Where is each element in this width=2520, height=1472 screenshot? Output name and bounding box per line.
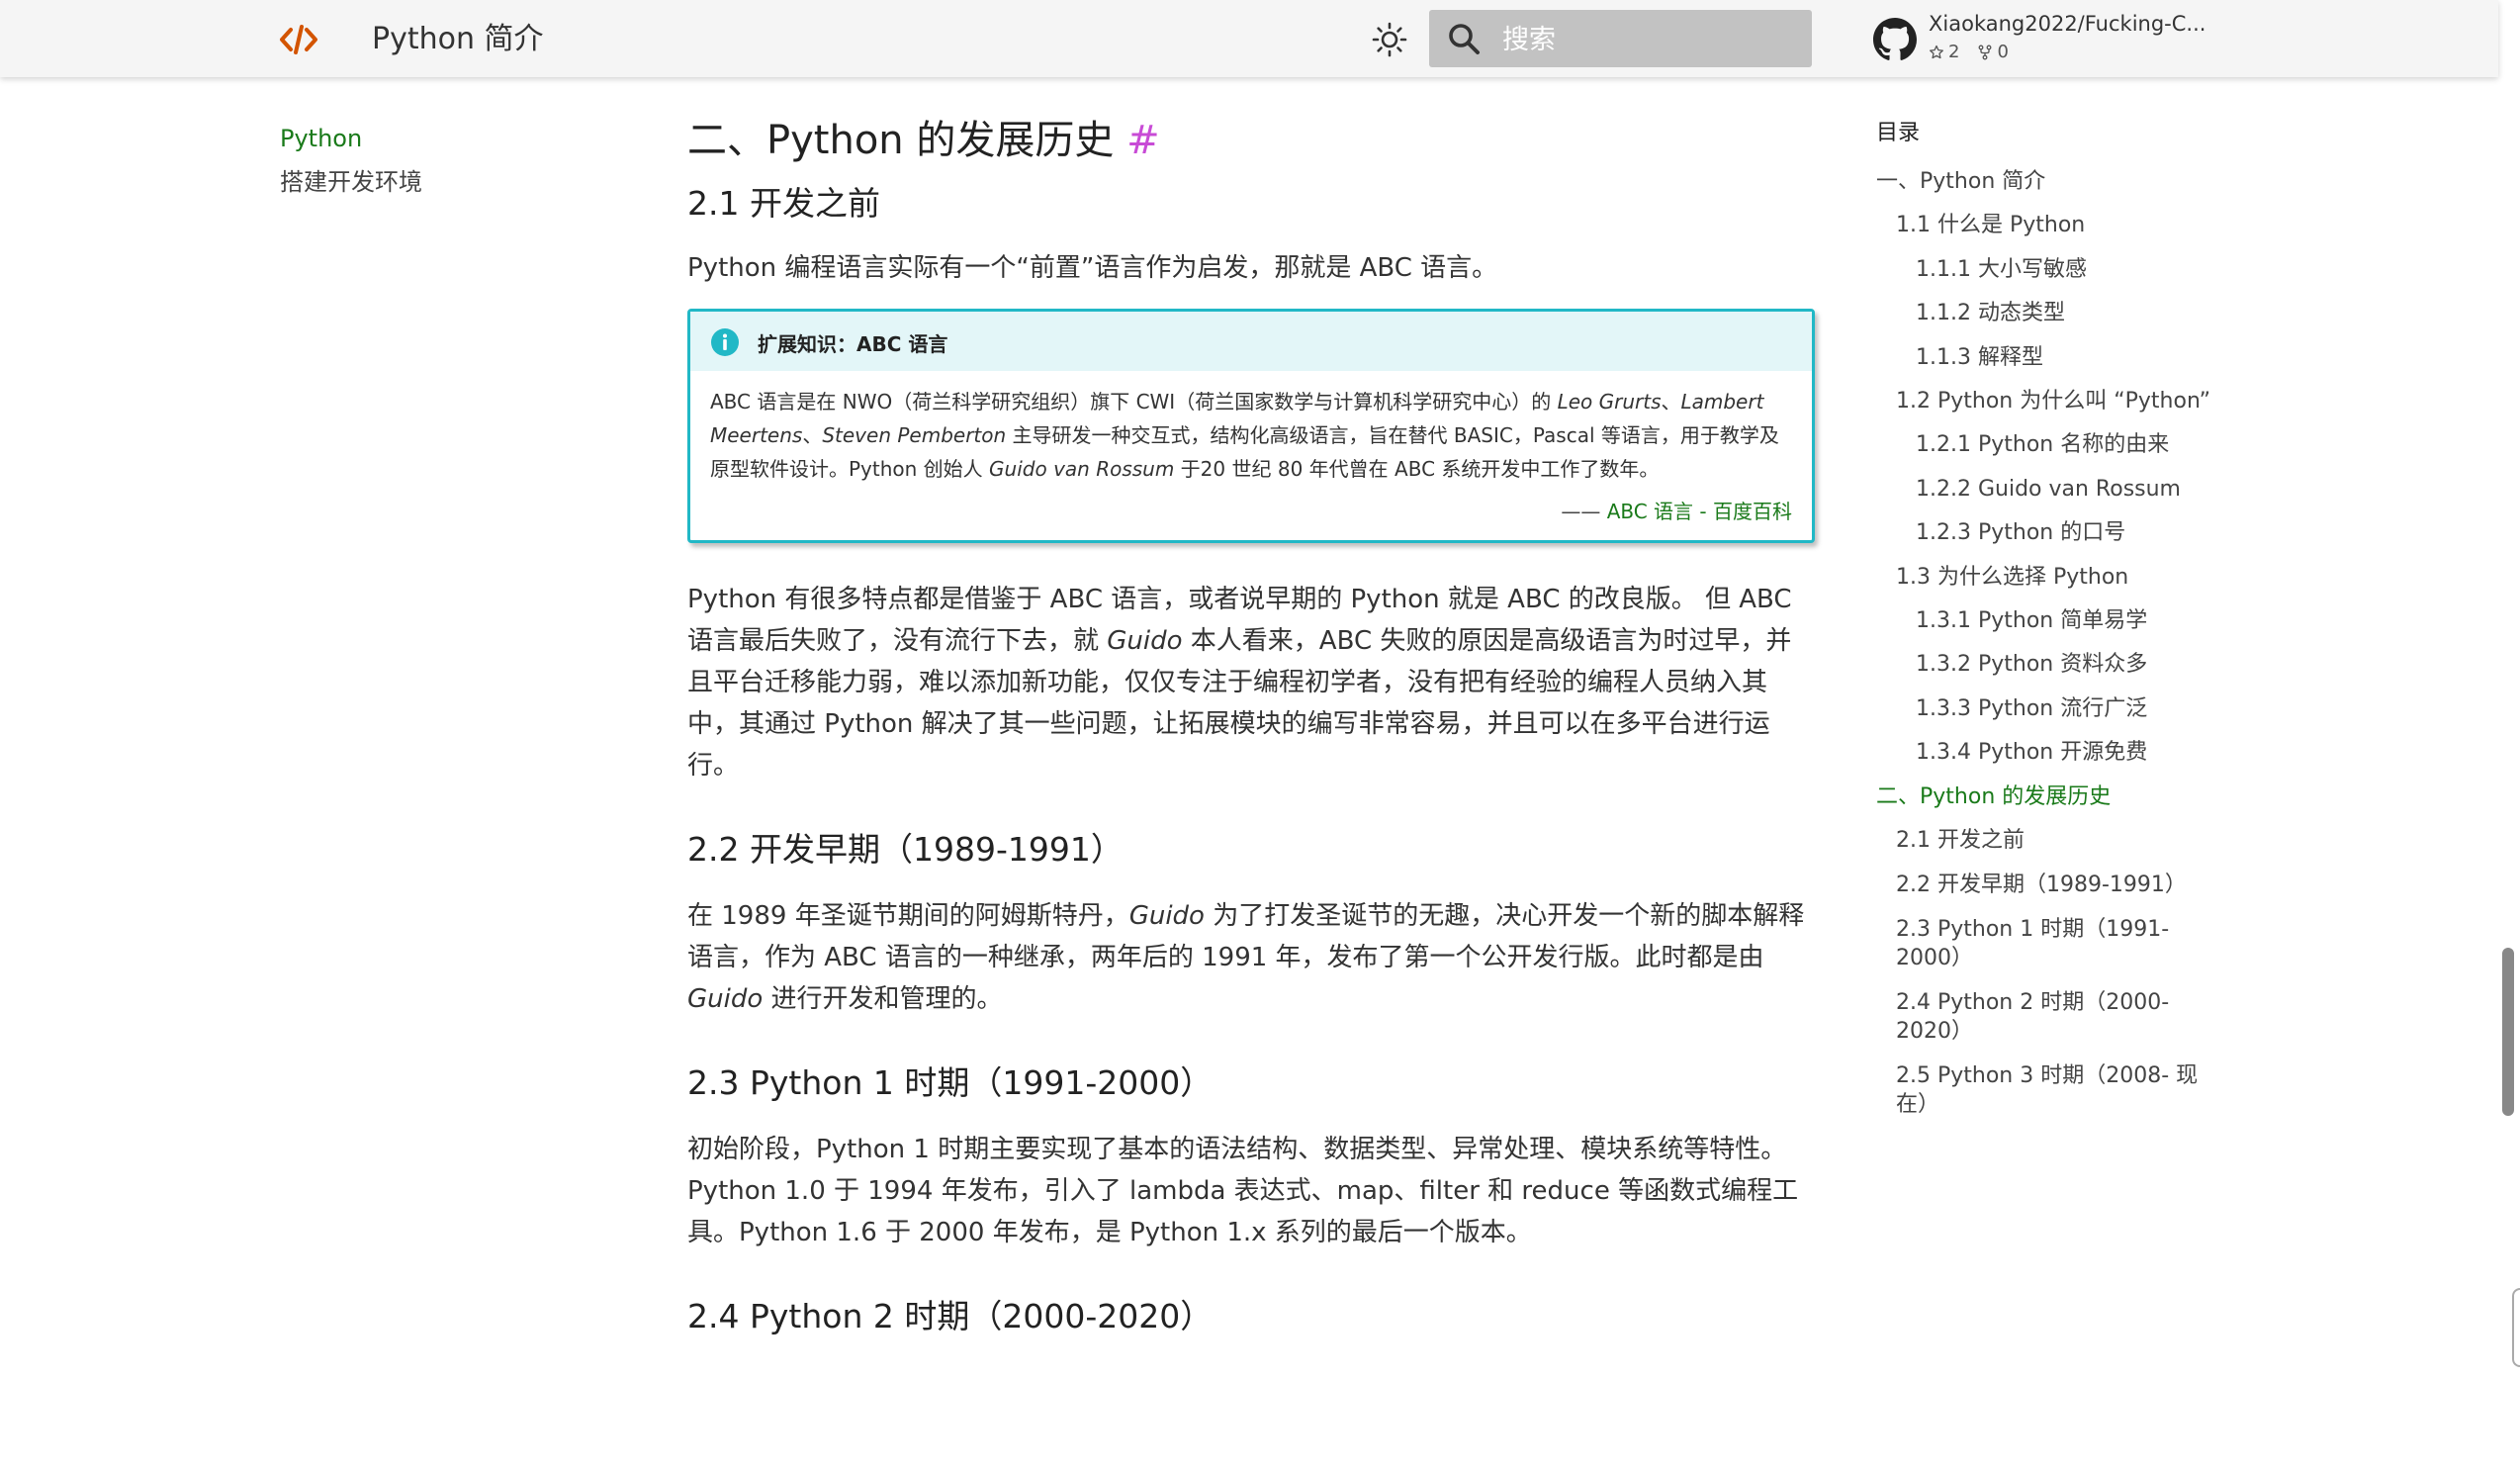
toc-title: 目录 <box>1876 121 1921 145</box>
section-heading: 二、Python 的发展历史 # <box>687 111 1815 170</box>
toc-item[interactable]: 1.2.1 Python 名称的由来 <box>1876 423 2212 467</box>
star-icon <box>1930 45 1943 58</box>
admonition-title: 扩展知识：ABC 语言 <box>758 332 948 356</box>
admonition-text: ABC 语言是在 NWO（荷兰科学研究组织）旗下 CWI（荷兰国家数学与计算机科… <box>710 390 1558 414</box>
paragraph: 在 1989 年圣诞节期间的阿姆斯特丹，Guido 为了打发圣诞节的无趣，决心开… <box>687 895 1815 1020</box>
top-header: Python 简介 Xiaokang2022/Fucking-C... 2 <box>0 0 2498 77</box>
toc-item[interactable]: 1.1 什么是 Python <box>1876 204 2212 247</box>
person-name: Guido <box>687 984 764 1014</box>
left-sidebar-nav: Python 搭建开发环境 <box>280 117 577 204</box>
source-link[interactable]: ABC 语言 - 百度百科 <box>1607 500 1792 523</box>
person-name: Guido <box>1128 901 1205 931</box>
info-icon <box>711 328 739 356</box>
heading-anchor-link[interactable]: # <box>1126 118 1160 163</box>
github-icon <box>1873 18 1917 60</box>
toc-item[interactable]: 1.3.2 Python 资料众多 <box>1876 643 2212 687</box>
fork-icon <box>1979 45 1992 59</box>
toc-item[interactable]: 1.3 为什么选择 Python <box>1876 556 2212 599</box>
nav-item-setup-env[interactable]: 搭建开发环境 <box>280 160 577 204</box>
admonition-body: ABC 语言是在 NWO（荷兰科学研究组织）旗下 CWI（荷兰国家数学与计算机科… <box>690 371 1812 496</box>
toc-item[interactable]: 1.2 Python 为什么叫 “Python” <box>1876 380 2212 423</box>
separator: 、 <box>802 423 823 447</box>
toc-item[interactable]: 1.1.1 大小写敏感 <box>1876 248 2212 292</box>
scrollbar-thumb[interactable] <box>2502 948 2514 1116</box>
repo-name: Xiaokang2022/Fucking-C... <box>1929 12 2206 36</box>
person-name: Guido <box>1107 626 1183 656</box>
toc-item[interactable]: 1.1.3 解释型 <box>1876 336 2212 380</box>
toc-item[interactable]: 2.4 Python 2 时期（2000-2020） <box>1876 980 2212 1054</box>
toc-item[interactable]: 2.2 开发早期（1989-1991） <box>1876 864 2212 907</box>
toc-item-active[interactable]: 二、Python 的发展历史 <box>1876 776 2212 819</box>
admonition-text: 于20 世纪 80 年代曾在 ABC 系统开发中工作了数年。 <box>1174 457 1660 481</box>
subheading-2-3: 2.3 Python 1 时期（1991-2000） <box>687 1063 1214 1102</box>
repo-stats: 2 0 <box>1929 42 2009 62</box>
paragraph: Python 编程语言实际有一个“前置”语言作为启发，那就是 ABC 语言。 <box>687 253 1498 283</box>
section-heading-text: 二、Python 的发展历史 <box>687 118 1115 163</box>
toc-item[interactable]: 一、Python 简介 <box>1876 160 2212 204</box>
paragraph-text: 在 1989 年圣诞节期间的阿姆斯特丹， <box>687 901 1129 931</box>
page-title[interactable]: Python 简介 <box>372 20 544 59</box>
toc-item[interactable]: 1.3.4 Python 开源免费 <box>1876 731 2212 775</box>
person-name: Steven Pemberton <box>822 423 1007 447</box>
toc-item[interactable]: 1.3.1 Python 简单易学 <box>1876 599 2212 643</box>
subheading-2-1: 2.1 开发之前 <box>687 184 880 223</box>
toc-item[interactable]: 1.2.2 Guido van Rossum <box>1876 468 2212 511</box>
toc-item[interactable]: 2.5 Python 3 时期（2008- 现在） <box>1876 1054 2212 1127</box>
subheading-2-2: 2.2 开发早期（1989-1991） <box>687 830 1124 869</box>
nav-item-python[interactable]: Python <box>280 117 577 160</box>
person-name: Guido van Rossum <box>989 457 1175 481</box>
info-admonition: 扩展知识：ABC 语言 ABC 语言是在 NWO（荷兰科学研究组织）旗下 CWI… <box>687 309 1815 543</box>
search-icon <box>1449 24 1480 54</box>
paragraph-text: 进行开发和管理的。 <box>763 984 1003 1014</box>
subheading-2-4: 2.4 Python 2 时期（2000-2020） <box>687 1297 1214 1335</box>
table-of-contents: 目录 一、Python 简介 1.1 什么是 Python 1.1.1 大小写敏… <box>1876 117 2212 1127</box>
toc-item[interactable]: 1.1.2 动态类型 <box>1876 292 2212 335</box>
paragraph: Python 有很多特点都是借鉴于 ABC 语言，或者说早期的 Python 就… <box>687 579 1815 786</box>
toc-item[interactable]: 1.2.3 Python 的口号 <box>1876 511 2212 555</box>
star-count: 2 <box>1948 42 1960 62</box>
repo-link[interactable]: Xiaokang2022/Fucking-C... 2 0 <box>1873 10 2209 69</box>
edge-handle <box>2512 1288 2520 1367</box>
fork-count: 0 <box>1997 42 2009 62</box>
source-dash: —— <box>1561 500 1607 523</box>
main-content: 二、Python 的发展历史 # 2.1 开发之前 Python 编程语言实际有… <box>687 111 1815 1340</box>
paragraph: 初始阶段，Python 1 时期主要实现了基本的语法结构、数据类型、异常处理、模… <box>687 1135 1799 1247</box>
search-input[interactable] <box>1500 20 1801 59</box>
toc-item[interactable]: 1.3.3 Python 流行广泛 <box>1876 688 2212 731</box>
code-logo-icon[interactable] <box>279 22 318 57</box>
separator: 、 <box>1661 390 1681 414</box>
person-name: Leo Grurts <box>1557 390 1662 414</box>
admonition-source: —— ABC 语言 - 百度百科 <box>690 496 1812 540</box>
toc-item[interactable]: 2.1 开发之前 <box>1876 819 2212 863</box>
admonition-header: 扩展知识：ABC 语言 <box>690 312 1812 371</box>
toc-item[interactable]: 2.3 Python 1 时期（1991-2000） <box>1876 907 2212 980</box>
search-box[interactable] <box>1429 10 1812 67</box>
theme-toggle-icon[interactable] <box>1372 22 1407 57</box>
